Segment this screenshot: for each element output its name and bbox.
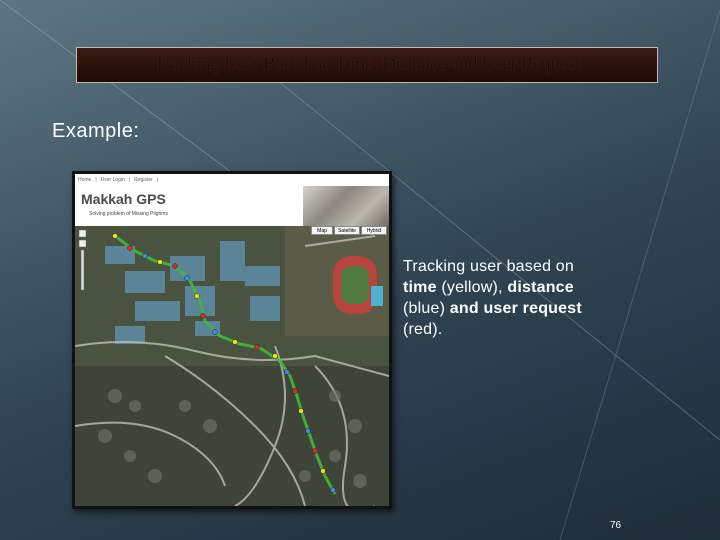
map-type-hybrid-button[interactable]: Hybrid [361,226,387,235]
site-header: Makkah GPS Solving problem of Missing Pi… [75,186,389,226]
desc-request: and user request [445,300,582,317]
map-imagery [74,226,390,509]
desc-time: time [403,279,437,296]
nav-user-login[interactable]: User Login [101,177,125,183]
map-screenshot: Home | User Login | Register | Makkah GP… [72,171,392,509]
slide: Tracking User Based on Time, Distance an… [0,0,720,540]
desc-part: Tracking user based on [403,258,575,275]
nav-separator: | [156,177,159,183]
title-banner: Tracking User Based on Time, Distance an… [76,47,658,83]
map-type-map-button[interactable]: Map [311,226,333,235]
desc-part: (yellow), [436,279,503,296]
slide-title: Tracking User Based on Time, Distance an… [154,54,580,75]
header-photo [303,186,389,226]
map-type-satellite-button[interactable]: Satellite [334,226,360,235]
nav-separator: | [95,177,97,183]
desc-part: (red). [403,321,443,338]
site-subtitle: Solving problem of Missing Pilgrims [89,211,168,217]
page-number: 76 [610,520,622,531]
nav-home[interactable]: Home [78,177,91,183]
satellite-map[interactable]: Map Satellite Hybrid [74,226,390,509]
description-text: Tracking user based on time (yellow), di… [403,256,629,340]
site-title: Makkah GPS [81,191,166,207]
example-label: Example: [52,120,140,142]
nav-separator: | [128,177,131,183]
site-nav: Home | User Login | Register | [75,174,389,186]
desc-distance: distance [502,279,574,296]
nav-register[interactable]: Register [134,177,153,183]
desc-part: (blue) [403,300,446,317]
